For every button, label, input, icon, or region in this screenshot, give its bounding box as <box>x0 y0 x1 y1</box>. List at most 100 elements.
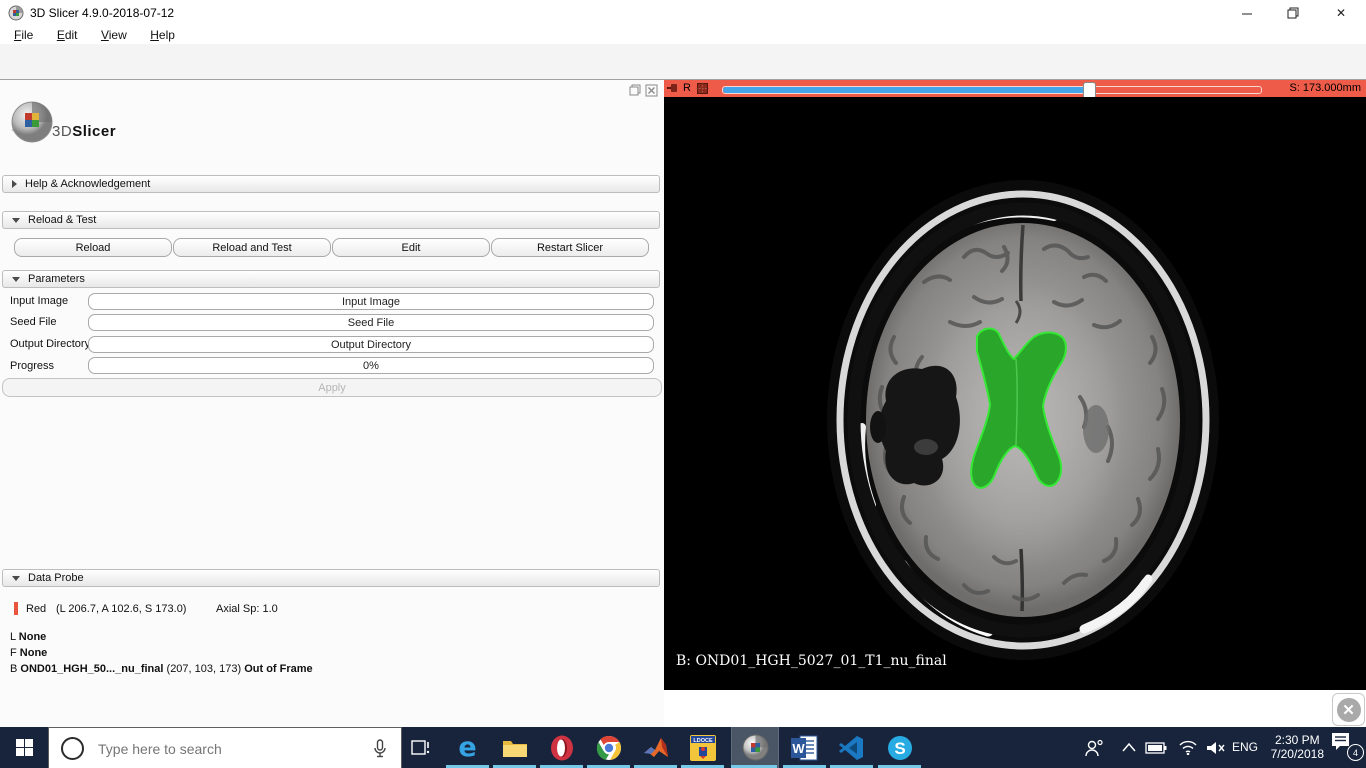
progress-label: Progress <box>10 360 54 372</box>
taskbar-app-chrome[interactable] <box>593 732 624 763</box>
menu-help[interactable]: Help <box>145 27 180 43</box>
collapsed-arrow-icon <box>12 180 17 188</box>
edit-button[interactable]: Edit <box>332 238 490 257</box>
minimize-button[interactable] <box>1224 0 1270 26</box>
panel-close-button[interactable] <box>645 84 658 97</box>
expanded-arrow-icon <box>12 576 20 581</box>
overlay-close-button[interactable]: ✕ <box>1332 693 1365 726</box>
app-icon <box>8 5 24 21</box>
main-toolbar: DATA DCM SAVE Modules: Ventricle Segment… <box>0 44 1366 80</box>
battery-button[interactable] <box>1140 732 1171 763</box>
menu-view[interactable]: View <box>96 27 132 43</box>
taskbar-app-slicer-active-tile[interactable] <box>731 727 779 768</box>
restore-button[interactable] <box>1270 0 1316 26</box>
battery-icon <box>1145 742 1167 754</box>
start-button[interactable] <box>0 727 48 768</box>
word-icon: W <box>791 735 818 761</box>
slice-slider-fill <box>723 87 1089 93</box>
section-label: Help & Acknowledgement <box>25 178 150 190</box>
orientation-label: R <box>683 82 691 94</box>
menu-bar: File Edit View Help <box>0 26 1366 44</box>
output-directory-label: Output Directory <box>10 338 90 350</box>
folder-icon <box>502 737 528 758</box>
output-directory-field[interactable]: Output Directory <box>88 336 654 353</box>
slicer-logo <box>6 96 58 148</box>
wifi-icon <box>1178 740 1198 755</box>
progress-bar: 0% <box>88 357 654 374</box>
expanded-arrow-icon <box>12 277 20 282</box>
action-center-button[interactable]: 4 <box>1330 732 1364 763</box>
input-image-field[interactable]: Input Image <box>88 293 654 310</box>
people-icon <box>1084 739 1104 757</box>
section-data-probe[interactable]: Data Probe <box>2 569 660 587</box>
seed-file-label: Seed File <box>10 316 56 328</box>
close-icon: ✕ <box>1337 698 1361 722</box>
vscode-icon <box>839 735 865 761</box>
clock[interactable]: 2:30 PM 7/20/2018 <box>1271 733 1324 761</box>
section-help-acknowledgement[interactable]: Help & Acknowledgement <box>2 175 660 193</box>
background-volume-label: B: OND01_HGH_5027_01_T1_nu_final <box>676 653 947 669</box>
tray-time: 2:30 PM <box>1271 733 1324 747</box>
restart-slicer-button[interactable]: Restart Slicer <box>491 238 649 257</box>
panel-float-button[interactable] <box>629 84 642 97</box>
probe-slice-spacing: Axial Sp: 1.0 <box>216 603 278 615</box>
taskbar-app-word[interactable]: W <box>789 732 820 763</box>
menu-edit[interactable]: Edit <box>52 27 83 43</box>
slicer-icon <box>742 734 769 761</box>
taskbar-app-opera[interactable] <box>546 732 577 763</box>
language-indicator[interactable]: ENG <box>1232 740 1258 754</box>
input-image-label: Input Image <box>10 295 68 307</box>
wifi-button[interactable] <box>1172 732 1203 763</box>
taskbar-app-skype[interactable]: S <box>884 732 915 763</box>
skype-icon: S <box>887 735 913 761</box>
search-input[interactable] <box>96 740 373 758</box>
chevron-up-icon <box>1122 743 1136 752</box>
taskbar-app-file-explorer[interactable] <box>499 732 530 763</box>
slice-offset-slider[interactable] <box>722 86 1262 94</box>
section-reload-test[interactable]: Reload & Test <box>2 211 660 229</box>
people-button[interactable] <box>1078 732 1109 763</box>
pin-icon[interactable] <box>666 83 679 94</box>
seed-file-field[interactable]: Seed File <box>88 314 654 331</box>
probe-layer-b: B OND01_HGH_50..._nu_final (207, 103, 17… <box>10 663 313 675</box>
speaker-mute-icon <box>1206 741 1225 755</box>
reload-and-test-button[interactable]: Reload and Test <box>173 238 331 257</box>
taskbar: e LDOCE W S <box>0 727 1366 768</box>
taskbar-app-matlab[interactable] <box>640 732 671 763</box>
taskbar-app-vscode[interactable] <box>836 732 867 763</box>
taskbar-app-edge[interactable]: e <box>452 732 483 763</box>
section-label: Data Probe <box>28 572 84 584</box>
task-view-button[interactable] <box>404 732 435 763</box>
red-slice-image[interactable]: B: OND01_HGH_5027_01_T1_nu_final <box>664 97 1366 690</box>
float-icon <box>629 84 642 97</box>
menu-file[interactable]: File <box>9 27 38 43</box>
edge-icon: e <box>458 734 476 761</box>
apply-button[interactable]: Apply <box>2 378 662 397</box>
red-slice-color-swatch <box>14 602 18 615</box>
probe-layer-f: F None <box>10 647 47 659</box>
probe-slice-ras: (L 206.7, A 102.6, S 173.0) <box>56 603 186 615</box>
probe-layer-l: L None <box>10 631 46 643</box>
taskbar-app-ldoce[interactable]: LDOCE <box>687 732 718 763</box>
slice-menu-icon[interactable] <box>696 82 709 95</box>
slice-offset-label: S: 173.000mm <box>1289 82 1361 94</box>
red-slice-view: R S: 173.000mm <box>664 80 1366 690</box>
cortana-icon <box>61 737 84 760</box>
volume-muted-button[interactable] <box>1200 732 1231 763</box>
window-title: 3D Slicer 4.9.0-2018-07-12 <box>30 6 174 20</box>
red-slice-controller-bar: R S: 173.000mm <box>664 80 1366 97</box>
close-icon <box>645 84 658 97</box>
title-bar: 3D Slicer 4.9.0-2018-07-12 ✕ <box>0 0 1366 26</box>
close-button[interactable]: ✕ <box>1318 0 1364 26</box>
module-panel: 3DSlicer Help & Acknowledgement Reload &… <box>0 80 664 727</box>
screen: 3D Slicer 4.9.0-2018-07-12 ✕ File Edit V… <box>0 0 1366 768</box>
axial-brain-mri <box>664 97 1366 690</box>
section-parameters[interactable]: Parameters <box>2 270 660 288</box>
section-label: Parameters <box>28 273 85 285</box>
notification-badge: 4 <box>1347 744 1364 761</box>
reload-button[interactable]: Reload <box>14 238 172 257</box>
taskbar-search[interactable] <box>48 727 402 768</box>
microphone-icon[interactable] <box>373 739 387 759</box>
svg-text:W: W <box>792 741 805 756</box>
ldoce-icon: LDOCE <box>690 735 716 761</box>
